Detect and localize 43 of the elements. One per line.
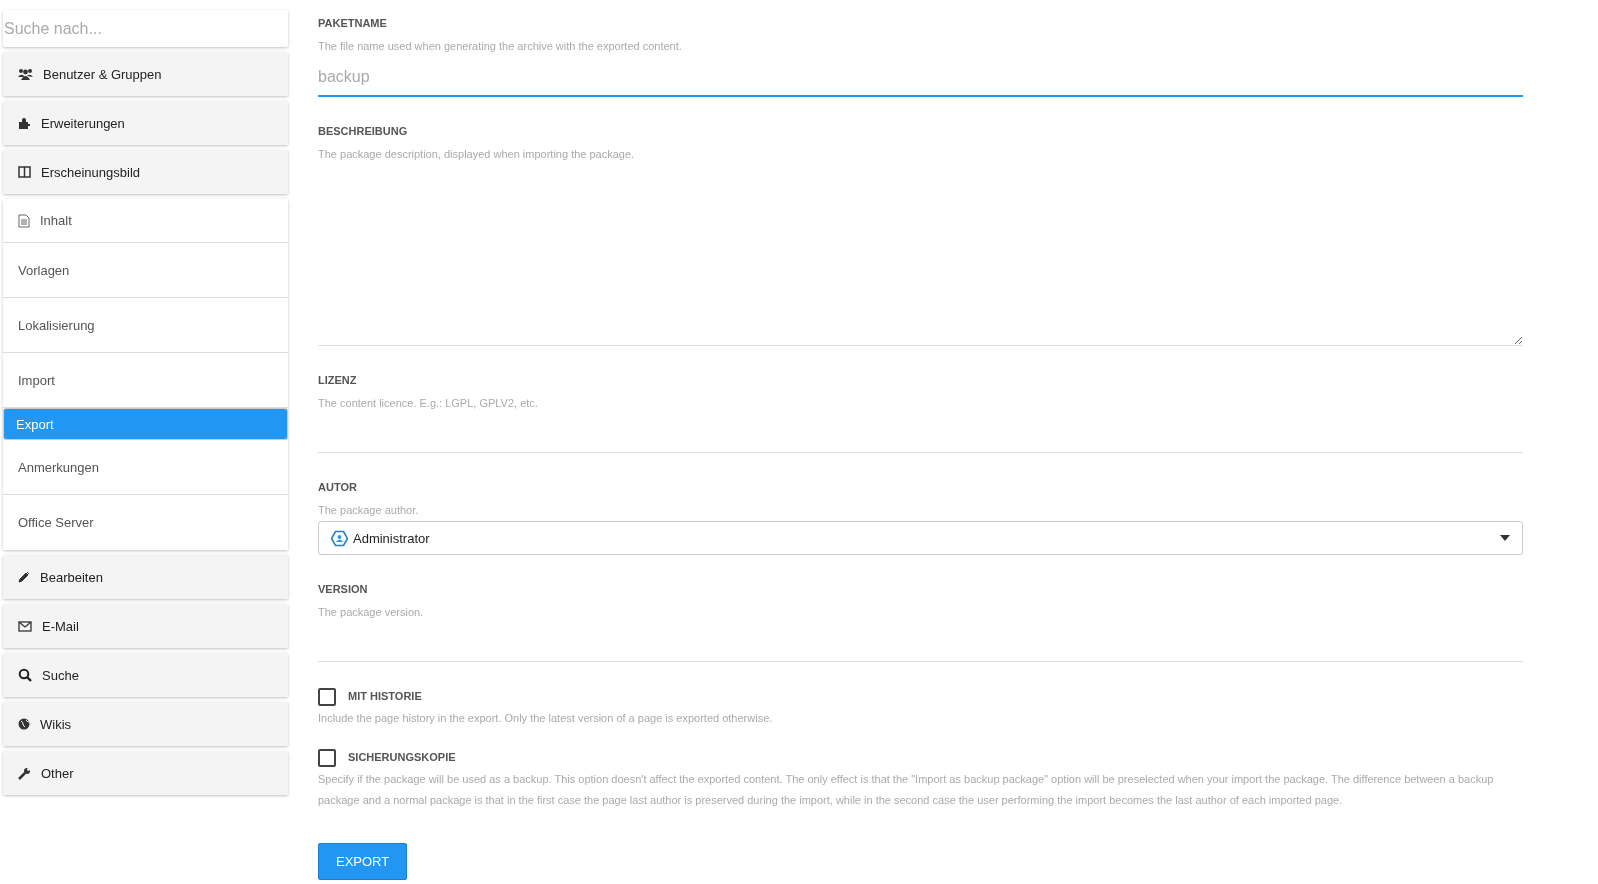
sidebar-group[interactable]: E-Mail bbox=[3, 604, 288, 648]
field-hint: The file name used when generating the archive with the exported content. bbox=[318, 39, 683, 54]
puzzle-icon bbox=[18, 116, 31, 130]
field-hint: The package description, displayed when importing the package. bbox=[318, 147, 636, 162]
sidebar-item[interactable]: Vorlagen bbox=[3, 243, 288, 298]
pencil-icon bbox=[18, 571, 30, 583]
field-hint: Include the page history in the export. Only the latest version of a page is exported otherwise. bbox=[318, 711, 774, 726]
sidebar-group[interactable]: Inhalt bbox=[3, 199, 288, 243]
field-label: SICHERUNGSKOPIE bbox=[348, 751, 456, 763]
field-hint: The package author. bbox=[318, 503, 420, 518]
checkbox[interactable] bbox=[318, 749, 336, 767]
checkbox[interactable] bbox=[318, 688, 336, 706]
field-label: MIT HISTORIE bbox=[348, 690, 422, 702]
field-hint: The content licence. E.g.: LGPL, GPLV2, etc. bbox=[318, 396, 539, 411]
sidebar-item[interactable]: Import bbox=[3, 353, 288, 408]
users-icon bbox=[18, 68, 33, 80]
field-hint: The package version. bbox=[318, 605, 425, 620]
sidebar-item[interactable]: Anmerkungen bbox=[3, 440, 288, 495]
search-icon bbox=[18, 668, 32, 682]
sidebar-group[interactable]: Erweiterungen bbox=[3, 101, 288, 145]
sidebar-group[interactable]: Erscheinungsbild bbox=[3, 150, 288, 194]
field-label: VERSION bbox=[318, 583, 369, 595]
field-label: LIZENZ bbox=[318, 374, 358, 386]
sidebar-item[interactable]: Office Server bbox=[3, 495, 288, 550]
sidebar-item[interactable]: Lokalisierung bbox=[3, 298, 288, 353]
globe-icon bbox=[18, 718, 30, 730]
document-icon bbox=[18, 213, 30, 228]
search-field[interactable]: Suche nach... bbox=[3, 10, 288, 47]
sidebar-group[interactable]: Benutzer & Gruppen bbox=[3, 52, 288, 96]
columns-icon bbox=[18, 166, 31, 178]
author-select[interactable]: Administrator bbox=[318, 521, 1523, 555]
sidebar-group[interactable]: Wikis bbox=[3, 702, 288, 746]
sidebar-group[interactable]: Other bbox=[3, 751, 288, 795]
sidebar-group[interactable]: Suche bbox=[3, 653, 288, 697]
field-hint: Specify if the package will be used as a backup. This option doesn't affect the exported content. The only effect is that the "Import as backup package" option will be preselected when your import the package. The difference between a backup package and a normal package is that in the first case the page last author is preserved during the import, while in the second case the user performing the import becomes the last author of each imported page. bbox=[318, 772, 1495, 808]
caret-icon bbox=[1500, 535, 1510, 541]
envelope-icon bbox=[18, 620, 32, 632]
field-label: PAKETNAME bbox=[318, 17, 388, 29]
wrench-icon bbox=[18, 766, 31, 780]
field-label: AUTOR bbox=[318, 481, 358, 493]
user-hexagon-icon bbox=[331, 529, 348, 547]
field-label: BESCHREIBUNG bbox=[318, 125, 409, 137]
sidebar-group[interactable]: Bearbeiten bbox=[3, 555, 288, 599]
